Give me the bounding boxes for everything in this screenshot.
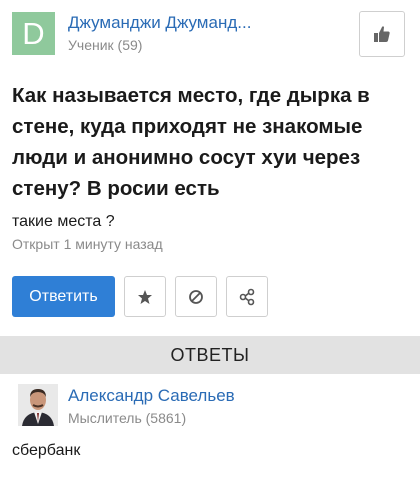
answer-author-avatar[interactable] bbox=[18, 384, 58, 426]
report-button[interactable] bbox=[175, 276, 217, 317]
answer-author-name-link[interactable]: Александр Савельев bbox=[68, 386, 235, 406]
author-avatar[interactable]: D bbox=[12, 12, 55, 55]
question-header: D Джуманджи Джуманд... Ученик (59) bbox=[0, 0, 420, 70]
thumbs-up-icon bbox=[374, 26, 390, 42]
star-icon bbox=[138, 289, 152, 304]
share-button[interactable] bbox=[226, 276, 268, 317]
answer-author-rank: Мыслитель (5861) bbox=[68, 410, 187, 426]
answers-section-header: ОТВЕТЫ bbox=[0, 336, 420, 374]
question-title: Как называется место, где дырка в стене,… bbox=[12, 84, 370, 200]
author-rank: Ученик (59) bbox=[68, 37, 143, 53]
question-details: такие места ? bbox=[12, 213, 115, 230]
answer-button[interactable]: Ответить bbox=[12, 276, 115, 317]
favorite-button[interactable] bbox=[124, 276, 166, 317]
report-icon bbox=[189, 289, 203, 304]
question-timestamp: Открыт 1 минуту назад bbox=[12, 236, 163, 252]
author-name-link[interactable]: Джуманджи Джуманд... bbox=[68, 13, 348, 33]
like-button[interactable] bbox=[359, 11, 405, 57]
user-photo-icon bbox=[18, 384, 58, 426]
answer-text: сбербанк bbox=[12, 442, 81, 459]
share-icon bbox=[239, 288, 255, 305]
